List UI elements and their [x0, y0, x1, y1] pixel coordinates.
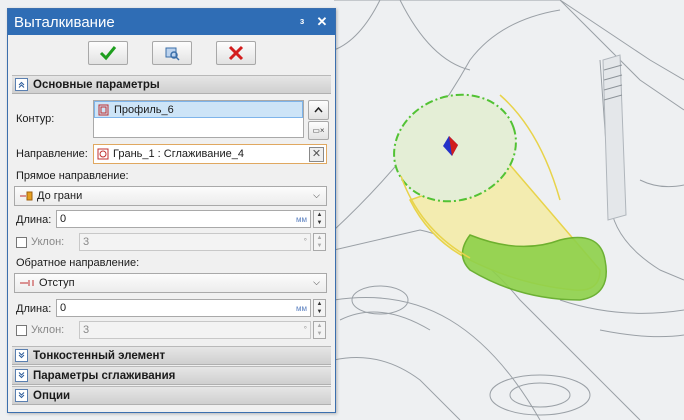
expand-down-icon [15, 389, 28, 402]
contour-item-label: Профиль_6 [114, 103, 174, 116]
section-title: Основные параметры [33, 78, 160, 91]
list-item[interactable]: Профиль_6 [94, 101, 303, 118]
forward-mode-select[interactable]: До грани ⌵ [14, 186, 327, 206]
move-up-button[interactable] [308, 100, 329, 120]
direction-field[interactable]: Грань_1 : Сглаживание_4 ✕ [93, 144, 327, 164]
clear-icon[interactable]: ✕ [309, 147, 324, 162]
cancel-x-icon [228, 45, 243, 61]
section-options[interactable]: Опции [12, 386, 331, 405]
extrude-panel: Выталкивание ᵌ ✕ Основные параметры Конт… [7, 8, 336, 413]
ok-check-icon [99, 46, 116, 61]
face-icon [97, 148, 109, 160]
slope2-input[interactable]: 3 ° [79, 321, 311, 339]
expand-down-icon [15, 349, 28, 362]
length1-value: 0 [60, 213, 67, 225]
slope2-row: Уклон: [16, 324, 64, 336]
slope1-stepper[interactable]: ▲ ▼ [313, 233, 326, 251]
unit-mm: мм [296, 215, 307, 224]
cancel-button[interactable] [215, 41, 256, 65]
length2-value: 0 [60, 302, 67, 314]
chevron-down-icon: ⌵ [313, 277, 320, 287]
chevron-up-icon [314, 107, 323, 113]
unit-mm: мм [296, 304, 307, 313]
section-thin-wall[interactable]: Тонкостенный элемент [12, 346, 331, 365]
remove-icon: ▭× [312, 126, 325, 135]
section-title: Тонкостенный элемент [33, 349, 166, 362]
section-smoothing[interactable]: Параметры сглаживания [12, 366, 331, 385]
unit-deg: ° [303, 237, 307, 246]
direction-value: Грань_1 : Сглаживание_4 [113, 148, 244, 160]
slope1-label: Уклон: [31, 236, 65, 248]
reverse-mode-value: Отступ [39, 277, 75, 289]
slope1-checkbox[interactable] [16, 236, 27, 248]
reverse-mode-select[interactable]: Отступ ⌵ [14, 273, 327, 293]
to-face-icon [20, 191, 33, 201]
slope2-stepper[interactable]: ▲ ▼ [313, 321, 326, 339]
length1-stepper[interactable]: ▲ ▼ [313, 210, 326, 228]
slope2-value: 3 [83, 324, 90, 336]
direction-label: Направление: [16, 148, 88, 160]
contour-list[interactable]: Профиль_6 [93, 100, 304, 138]
panel-title: Выталкивание [14, 13, 115, 31]
slope2-checkbox[interactable] [16, 324, 27, 336]
forward-mode-value: До грани [37, 190, 83, 202]
ok-button[interactable] [87, 41, 128, 65]
section-title: Параметры сглаживания [33, 369, 176, 382]
length1-label: Длина: [16, 214, 52, 226]
slope1-value: 3 [83, 236, 90, 248]
offset-icon [20, 280, 34, 286]
unit-deg: ° [303, 325, 307, 334]
slope1-row: Уклон: [16, 236, 64, 248]
length2-label: Длина: [16, 303, 52, 315]
pin-icon[interactable]: ᵌ [295, 15, 309, 30]
forward-direction-label: Прямое направление: [16, 170, 129, 182]
profile-icon [98, 104, 109, 115]
panel-titlebar[interactable]: Выталкивание ᵌ ✕ [8, 9, 335, 35]
expand-down-icon [15, 369, 28, 382]
length1-input[interactable]: 0 мм [56, 210, 311, 228]
remove-item-button[interactable]: ▭× [308, 121, 329, 140]
length2-stepper[interactable]: ▲ ▼ [313, 299, 326, 317]
preview-icon [165, 47, 180, 61]
section-title: Опции [33, 389, 71, 402]
length2-input[interactable]: 0 мм [56, 299, 311, 317]
contour-label: Контур: [16, 113, 55, 125]
close-icon[interactable]: ✕ [315, 14, 329, 30]
slope1-input[interactable]: 3 ° [79, 233, 311, 251]
preview-button[interactable] [151, 41, 192, 65]
reverse-direction-label: Обратное направление: [16, 257, 140, 269]
chevron-down-icon: ⌵ [313, 190, 320, 200]
section-main-params[interactable]: Основные параметры [12, 75, 331, 94]
collapse-up-icon [15, 78, 28, 91]
slope2-label: Уклон: [31, 324, 65, 336]
action-bar [8, 35, 335, 71]
